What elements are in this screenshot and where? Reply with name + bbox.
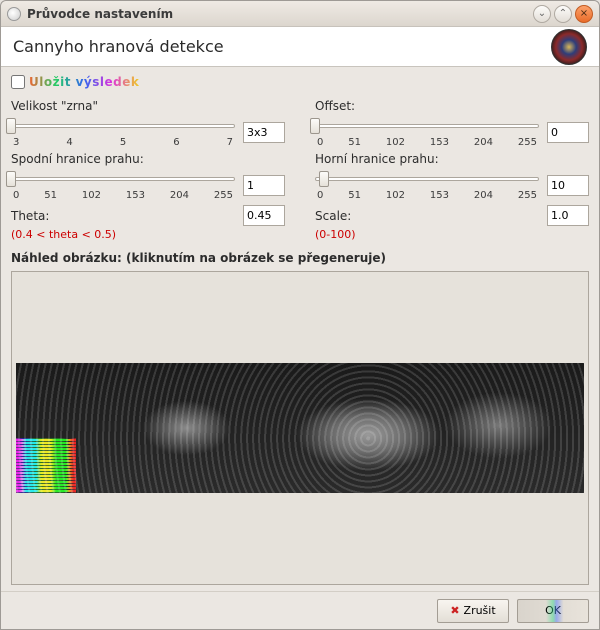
lower-threshold-field: Spodní hranice prahu: 0 51 102 153 204 [11,152,285,201]
offset-ticks: 0 51 102 153 204 255 [315,137,539,148]
dialog-header: Cannyho hranová detekce [1,27,599,67]
upper-threshold-field: Horní hranice prahu: 0 51 102 153 204 [315,152,589,201]
offset-label: Offset: [315,99,589,113]
preview-image[interactable] [16,363,584,493]
scale-hint: (0-100) [315,228,589,241]
dialog-footer: ✖ Zrušit OK [1,591,599,629]
close-button[interactable]: × [575,5,593,23]
page-title: Cannyho hranová detekce [13,37,551,56]
minimize-button[interactable]: ⌄ [533,5,551,23]
app-icon [7,7,21,21]
offset-field: Offset: 0 51 102 153 204 25 [315,99,589,148]
cancel-button-label: Zrušit [464,604,496,617]
lower-threshold-label: Spodní hranice prahu: [11,152,285,166]
grain-input[interactable] [243,122,285,143]
save-result-row: Uložit výsledek [11,75,589,89]
save-result-label: Uložit výsledek [29,75,139,89]
slider-thumb[interactable] [6,118,16,134]
upper-threshold-slider[interactable] [315,170,539,186]
ok-button[interactable]: OK [517,599,589,623]
grain-label: Velikost "zrna" [11,99,285,113]
lower-threshold-slider[interactable] [11,170,235,186]
upper-threshold-ticks: 0 51 102 153 204 255 [315,190,539,201]
lower-threshold-ticks: 0 51 102 153 204 255 [11,190,235,201]
upper-threshold-input[interactable] [547,175,589,196]
cancel-icon: ✖ [450,604,459,617]
titlebar[interactable]: Průvodce nastavením ⌄ ⌃ × [1,1,599,27]
lower-threshold-input[interactable] [243,175,285,196]
upper-threshold-label: Horní hranice prahu: [315,152,589,166]
scale-label: Scale: [315,209,351,223]
dialog-window: Průvodce nastavením ⌄ ⌃ × Cannyho hranov… [0,0,600,630]
maximize-button[interactable]: ⌃ [554,5,572,23]
grain-slider[interactable] [11,117,235,133]
cancel-button[interactable]: ✖ Zrušit [437,599,509,623]
slider-thumb[interactable] [310,118,320,134]
offset-slider[interactable] [315,117,539,133]
scale-input[interactable] [547,205,589,226]
content-area: Uložit výsledek Velikost "zrna" 3 4 [1,67,599,591]
preview-box [11,271,589,585]
logo-icon [551,29,587,65]
slider-thumb[interactable] [6,171,16,187]
controls-grid: Velikost "zrna" 3 4 5 6 7 [11,99,589,241]
save-result-checkbox[interactable] [11,75,25,89]
theta-hint: (0.4 < theta < 0.5) [11,228,285,241]
offset-input[interactable] [547,122,589,143]
theta-label: Theta: [11,209,49,223]
preview-label: Náhled obrázku: (kliknutím na obrázek se… [11,251,589,265]
slider-thumb[interactable] [319,171,329,187]
grain-ticks: 3 4 5 6 7 [11,137,235,148]
grain-field: Velikost "zrna" 3 4 5 6 7 [11,99,285,148]
theta-input[interactable] [243,205,285,226]
theta-field: Theta: (0.4 < theta < 0.5) [11,205,285,241]
ok-button-label: OK [545,604,561,617]
scale-field: Scale: (0-100) [315,205,589,241]
window-title: Průvodce nastavením [27,7,530,21]
